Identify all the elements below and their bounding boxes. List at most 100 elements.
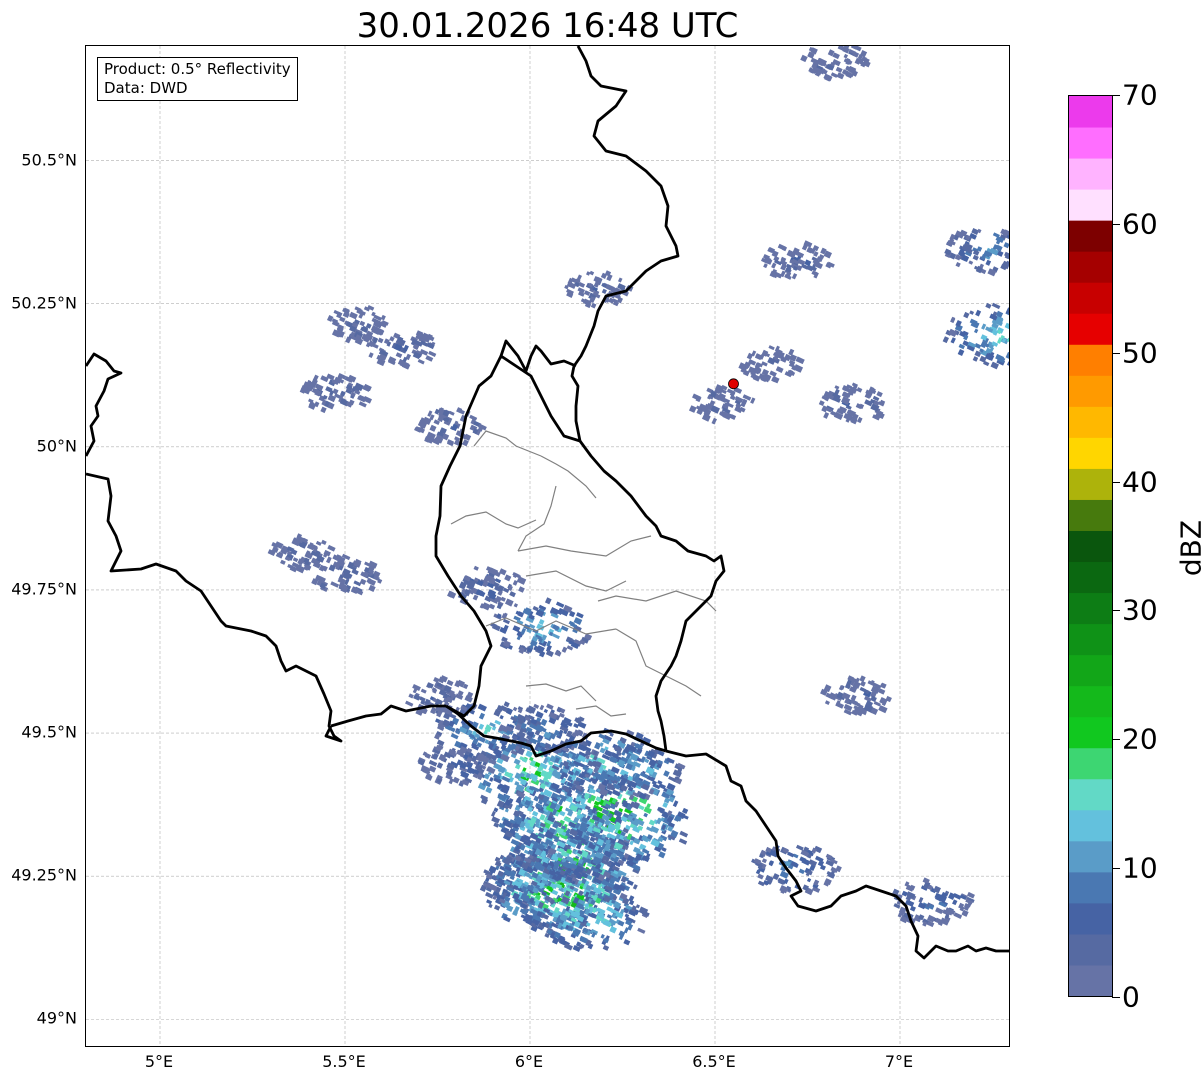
echo-pixel <box>948 328 958 338</box>
echo-pixel <box>835 66 843 73</box>
product-info-box: Product: 0.5° Reflectivity Data: DWD <box>97 57 298 101</box>
echo-pixel <box>491 816 500 824</box>
echo-cell <box>751 844 842 896</box>
echo-pixel <box>489 776 494 782</box>
colorbar-swatch <box>1069 561 1112 594</box>
echo-pixel <box>504 598 514 607</box>
echo-pixel <box>491 810 496 817</box>
echo-pixel <box>573 617 583 625</box>
colorbar-swatch <box>1069 530 1112 563</box>
echo-pixel <box>598 733 606 740</box>
france-germany-border <box>665 749 1009 960</box>
echo-pixel <box>518 586 525 593</box>
echo-pixel <box>830 410 838 417</box>
echo-pixel <box>377 337 384 344</box>
map-title: 30.01.2026 16:48 UTC <box>356 6 739 46</box>
echo-cell <box>818 382 886 425</box>
radar-site-icon[interactable] <box>728 378 739 390</box>
lux-canton-border <box>450 511 537 529</box>
belgium-lux-border-north <box>499 339 577 373</box>
echo-pixel <box>950 337 956 344</box>
echo-cell <box>942 302 1009 370</box>
lux-canton-border <box>575 705 627 717</box>
echo-cell <box>447 565 527 611</box>
colorbar-swatch <box>1069 964 1112 996</box>
colorbar-swatch <box>1069 251 1112 283</box>
echo-pixel <box>478 712 486 720</box>
echo-pixel <box>918 896 924 903</box>
colorbar-tick-mark <box>1112 868 1120 870</box>
echo-cell <box>490 597 593 658</box>
colorbar-tick-mark <box>1112 739 1120 741</box>
colorbar-tick-label: 30 <box>1122 593 1158 627</box>
y-tick-label: 50.25°N <box>11 293 77 313</box>
echo-pixel <box>428 759 438 767</box>
echo-pixel <box>586 271 591 276</box>
echo-pixel <box>395 352 403 359</box>
echo-pixel <box>450 733 459 740</box>
echo-pixel <box>775 366 784 374</box>
echo-pixel <box>327 544 336 552</box>
lux-canton-border <box>473 430 542 457</box>
echo-pixel <box>546 703 554 710</box>
echo-pixel <box>485 786 493 794</box>
echo-pixel <box>554 650 562 657</box>
echo-pixel <box>818 400 825 406</box>
echo-cell <box>299 372 372 414</box>
echo-pixel <box>513 758 521 766</box>
echo-pixel <box>1004 322 1009 330</box>
colorbar-swatch <box>1069 127 1112 159</box>
echo-pixel <box>973 328 979 334</box>
colorbar-tick-label: 20 <box>1122 722 1158 756</box>
radar-site-marker[interactable] <box>728 378 739 390</box>
echo-pixel <box>935 907 944 915</box>
echo-pixel <box>975 309 982 317</box>
colorbar-tick-label: 40 <box>1122 465 1158 499</box>
echo-pixel <box>500 596 506 602</box>
colorbar-swatch <box>1069 685 1112 718</box>
echo-pixel <box>583 290 591 296</box>
echo-pixel <box>436 762 444 769</box>
echo-pixel <box>788 348 795 356</box>
echo-pixel <box>525 750 533 758</box>
y-tick-label: 49.25°N <box>11 865 77 885</box>
y-tick-label: 49.75°N <box>11 579 77 599</box>
lux-canton-border <box>517 535 652 557</box>
echo-cell <box>564 270 634 309</box>
echo-pixel <box>750 397 756 404</box>
echo-pixel <box>981 323 987 330</box>
echo-pixel <box>1005 351 1009 359</box>
echo-pixel <box>968 260 974 265</box>
echo-pixel <box>957 349 965 357</box>
echo-pixel <box>485 891 494 899</box>
echo-pixel <box>876 391 883 398</box>
echo-pixel <box>359 320 366 327</box>
echo-pixel <box>1006 361 1009 368</box>
colorbar-swatch <box>1069 623 1112 656</box>
colorbar-swatch <box>1069 282 1112 314</box>
lux-canton-border <box>525 570 627 592</box>
colorbar-swatch <box>1069 840 1112 873</box>
colorbar-swatch <box>1069 933 1112 966</box>
echo-pixel <box>668 776 677 782</box>
echo-pixel <box>952 899 958 906</box>
echo-pixel <box>538 619 545 625</box>
lux-canton-border <box>540 455 597 499</box>
echo-pixel <box>428 350 437 358</box>
echo-pixel <box>539 704 545 711</box>
echo-pixel <box>860 680 866 687</box>
echo-pixel <box>473 565 479 571</box>
echo-cell <box>820 675 892 717</box>
map-panel[interactable] <box>85 45 1010 1047</box>
echo-pixel <box>757 873 764 880</box>
echo-pixel <box>823 411 830 419</box>
radar-map[interactable] <box>86 46 1010 1047</box>
colorbar-swatch <box>1069 437 1112 469</box>
echo-pixel <box>513 603 519 608</box>
echo-cell <box>414 407 487 447</box>
echo-pixel <box>358 401 367 408</box>
colorbar-swatch <box>1069 902 1112 935</box>
echo-pixel <box>612 789 621 797</box>
lux-canton-border <box>517 485 557 552</box>
colorbar-swatch <box>1069 468 1112 500</box>
